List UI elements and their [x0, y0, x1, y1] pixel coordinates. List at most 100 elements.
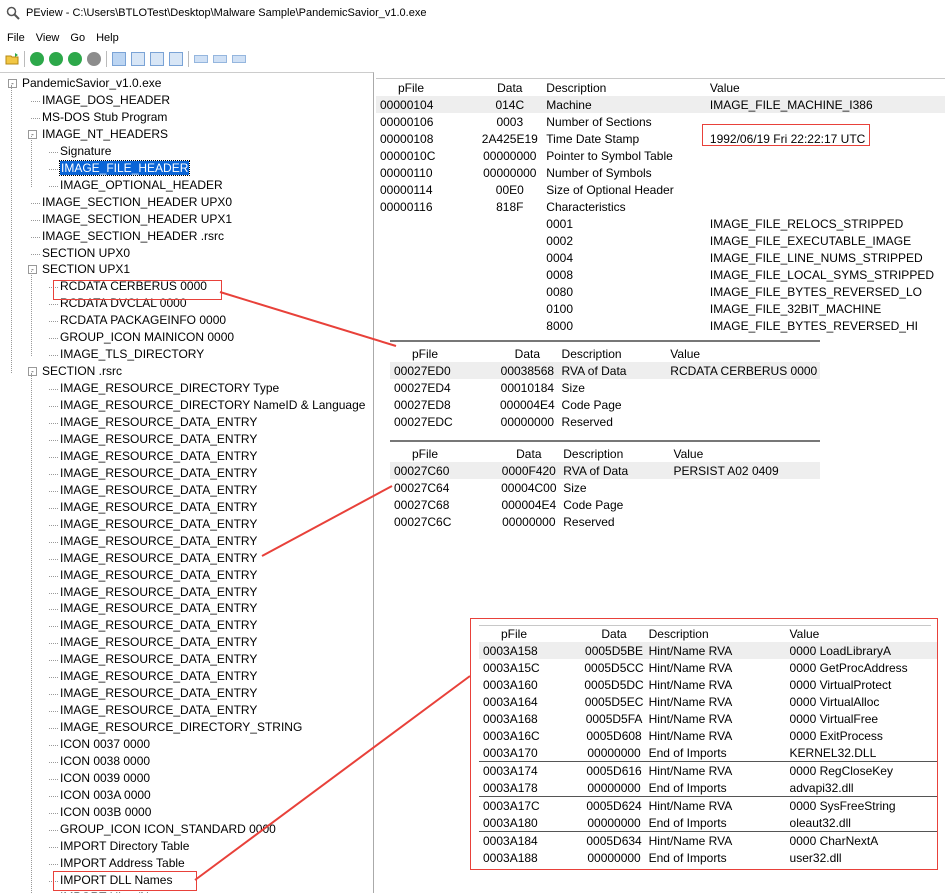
view-byte-icon[interactable] [112, 52, 126, 66]
tree-node[interactable]: ICON 003B 0000 [60, 804, 151, 821]
table-row[interactable]: 0003A15C 0005D5CC Hint/Name RVA 0000 GetPro… [479, 659, 937, 676]
tree-node[interactable]: SECTION .rsrc [42, 363, 122, 380]
tree-node[interactable]: IMAGE_RESOURCE_DATA_ENTRY [60, 499, 257, 516]
tree-node[interactable]: IMAGE_RESOURCE_DIRECTORY_STRING [60, 719, 302, 736]
tree-node[interactable]: IMAGE_DOS_HEADER [42, 92, 170, 109]
table-row[interactable]: 0003A170 00000000 End of Imports KERNEL32.D… [479, 744, 937, 762]
tree-node[interactable]: IMAGE_RESOURCE_DATA_ENTRY [60, 533, 257, 550]
view-save-icon[interactable] [169, 52, 183, 66]
table-row[interactable]: 0003A174 0005D616 Hint/Name RVA 0000 RegClo… [479, 762, 937, 780]
collapse-toggle-icon[interactable]: - [28, 129, 37, 139]
tree-node[interactable]: Signature [60, 143, 111, 160]
table-row[interactable]: 0003A17C 0005D624 Hint/Name RVA 0000 SysFre… [479, 797, 937, 815]
back-icon[interactable] [30, 52, 44, 66]
tree-node[interactable]: IMAGE_TLS_DIRECTORY [60, 346, 204, 363]
table-row[interactable]: 0002 IMAGE_FILE_EXECUTABLE_IMAGE [376, 232, 945, 249]
tree-node[interactable]: IMAGE_RESOURCE_DATA_ENTRY [60, 702, 257, 719]
table-row[interactable]: 0003A184 0005D634 Hint/Name RVA 0000 CharNe… [479, 832, 937, 850]
layout-3-icon[interactable] [232, 55, 246, 63]
column-header-pfile[interactable]: pFile [479, 626, 579, 642]
collapse-toggle-icon[interactable]: - [8, 79, 17, 88]
column-header-pfile[interactable]: pFile [376, 80, 473, 96]
tree-node[interactable]: IMAGE_RESOURCE_DATA_ENTRY [60, 567, 257, 584]
menu-file[interactable]: File [7, 32, 25, 44]
table-row[interactable]: 0003A160 0005D5DC Hint/Name RVA 0000 Virtua… [479, 676, 937, 693]
table-row[interactable]: 00027C60 0000F420 RVA of Data PERSIST A02 0… [390, 462, 820, 479]
table-row[interactable]: 0001 IMAGE_FILE_RELOCS_STRIPPED [376, 215, 945, 232]
tree-node[interactable]: IMAGE_RESOURCE_DATA_ENTRY [60, 685, 257, 702]
tree-node[interactable]: IMAGE_RESOURCE_DIRECTORY NameID & Langua… [60, 397, 365, 414]
view-dword-icon[interactable] [150, 52, 164, 66]
tree-node[interactable]: IMAGE_OPTIONAL_HEADER [60, 177, 223, 194]
table-row[interactable]: 00000104 014C Machine IMAGE_FILE_MACHINE_I3… [376, 96, 945, 113]
tree-node[interactable]: ICON 003A 0000 [60, 787, 151, 804]
column-header-value[interactable]: Value [673, 446, 820, 462]
table-row[interactable]: 0003A188 00000000 End of Imports user32.dll [479, 849, 937, 866]
column-header-data[interactable]: Data [494, 446, 563, 462]
table-row[interactable]: 0003A164 0005D5EC Hint/Name RVA 0000 Virtua… [479, 693, 937, 710]
tree-node[interactable]: IMPORT Directory Table [60, 838, 189, 855]
menu-view[interactable]: View [36, 32, 60, 44]
table-row[interactable]: 0004 IMAGE_FILE_LINE_NUMS_STRIPPED [376, 249, 945, 266]
table-row[interactable]: 0080 IMAGE_FILE_BYTES_REVERSED_LO [376, 283, 945, 300]
tree-node[interactable]: IMAGE_RESOURCE_DATA_ENTRY [60, 550, 257, 567]
column-header-data[interactable]: Data [579, 626, 648, 642]
table-row[interactable]: 0100 IMAGE_FILE_32BIT_MACHINE [376, 300, 945, 317]
column-header-data[interactable]: Data [473, 80, 546, 96]
tree-node[interactable]: IMAGE_SECTION_HEADER UPX0 [42, 194, 232, 211]
table-row[interactable]: 00000110 00000000 Number of Symbols [376, 164, 945, 181]
tree-node[interactable]: IMAGE_RESOURCE_DATA_ENTRY [60, 465, 257, 482]
column-header-desc[interactable]: Description [563, 446, 673, 462]
tree-node[interactable]: IMAGE_RESOURCE_DATA_ENTRY [60, 668, 257, 685]
table-row[interactable]: 00000116 818F Characteristics [376, 198, 945, 215]
tree-node[interactable]: SECTION UPX0 [42, 245, 130, 262]
section-tree[interactable]: PandemicSavior_v1.0.exe - IMAGE_DOS_HEADER… [0, 72, 374, 893]
table-row[interactable]: 0000010C 00000000 Pointer to Symbol Table [376, 147, 945, 164]
table-row[interactable]: 00027C6C 00000000 Reserved [390, 513, 820, 530]
up-icon[interactable] [68, 52, 82, 66]
tree-node[interactable]: MS-DOS Stub Program [42, 109, 167, 126]
layout-2-icon[interactable] [213, 55, 227, 63]
tree-node[interactable]: ICON 0037 0000 [60, 736, 150, 753]
tree-node[interactable]: IMAGE_RESOURCE_DATA_ENTRY [60, 431, 257, 448]
tree-node[interactable]: IMAGE_RESOURCE_DATA_ENTRY [60, 516, 257, 533]
collapse-toggle-icon[interactable]: - [28, 367, 37, 377]
tree-node[interactable]: IMAGE_FILE_HEADER [58, 159, 191, 177]
open-icon[interactable] [5, 52, 19, 66]
layout-1-icon[interactable] [194, 55, 208, 63]
tree-node[interactable]: IMAGE_RESOURCE_DATA_ENTRY [60, 482, 257, 499]
tree-node[interactable]: IMAGE_RESOURCE_DATA_ENTRY [60, 584, 257, 601]
tree-node[interactable]: IMAGE_RESOURCE_DATA_ENTRY [60, 600, 257, 617]
tree-node[interactable]: ICON 0039 0000 [60, 770, 150, 787]
menu-go[interactable]: Go [70, 32, 85, 44]
tree-node[interactable]: PandemicSavior_v1.0.exe [22, 75, 161, 92]
table-row[interactable]: 8000 IMAGE_FILE_BYTES_REVERSED_HI [376, 317, 945, 334]
tree-node[interactable]: ICON 0038 0000 [60, 753, 150, 770]
table-row[interactable]: 0003A178 00000000 End of Imports advapi32.d… [479, 779, 937, 797]
column-header-value[interactable]: Value [790, 626, 937, 642]
tree-node[interactable]: GROUP_ICON MAINICON 0000 [60, 329, 234, 346]
table-row[interactable]: 0003A168 0005D5FA Hint/Name RVA 0000 Virtua… [479, 710, 937, 727]
tree-node[interactable]: IMAGE_RESOURCE_DATA_ENTRY [60, 414, 257, 431]
refresh-icon[interactable] [87, 52, 101, 66]
column-header-pfile[interactable]: pFile [390, 446, 494, 462]
tree-node[interactable]: IMAGE_RESOURCE_DATA_ENTRY [60, 448, 257, 465]
table-row[interactable]: 0003A158 0005D5BE Hint/Name RVA 0000 LoadLi… [479, 642, 937, 659]
column-header-desc[interactable]: Description [649, 626, 790, 642]
table-row[interactable]: 00000114 00E0 Size of Optional Header [376, 181, 945, 198]
tree-node[interactable]: IMPORT Address Table [60, 855, 185, 872]
collapse-toggle-icon[interactable]: - [28, 265, 37, 275]
tree-node[interactable]: IMAGE_NT_HEADERS [42, 126, 168, 143]
table-row[interactable]: 0008 IMAGE_FILE_LOCAL_SYMS_STRIPPED [376, 266, 945, 283]
table-row[interactable]: 0003A16C 0005D608 Hint/Name RVA 0000 ExitPr… [479, 727, 937, 744]
column-header-desc[interactable]: Description [546, 80, 710, 96]
table-row[interactable]: 00027C64 00004C00 Size [390, 479, 820, 496]
table-row[interactable]: 0003A180 00000000 End of Imports oleaut32.d… [479, 814, 937, 832]
table-row[interactable]: 00027C68 000004E4 Code Page [390, 496, 820, 513]
view-word-icon[interactable] [131, 52, 145, 66]
tree-node[interactable]: IMAGE_RESOURCE_DATA_ENTRY [60, 617, 257, 634]
tree-node[interactable]: IMAGE_RESOURCE_DATA_ENTRY [60, 634, 257, 651]
tree-node[interactable]: GROUP_ICON ICON_STANDARD 0000 [60, 821, 276, 838]
tree-node[interactable]: IMAGE_RESOURCE_DATA_ENTRY [60, 651, 257, 668]
column-header-value[interactable]: Value [710, 80, 945, 96]
